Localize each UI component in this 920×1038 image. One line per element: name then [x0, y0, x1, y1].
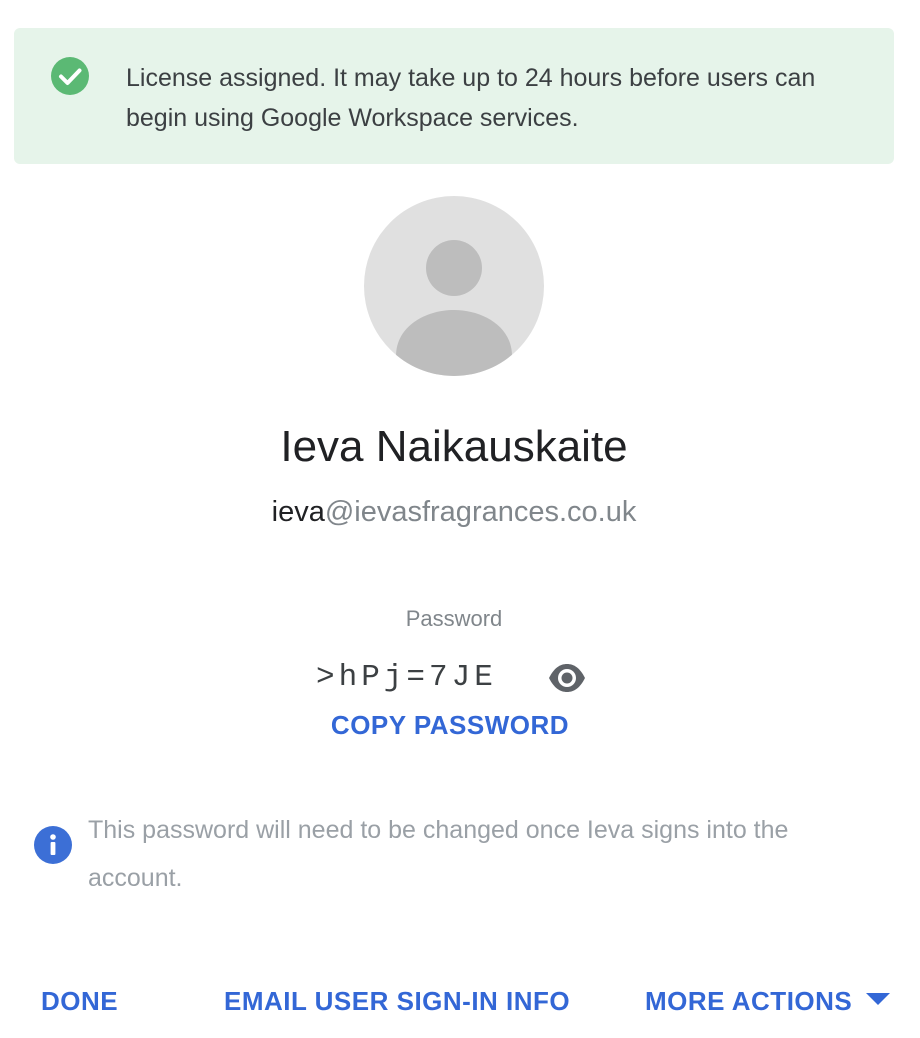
password-label: Password [405, 606, 503, 631]
default-person-avatar-icon [364, 196, 544, 376]
user-first-name: Ieva [280, 422, 364, 471]
user-email-local: ieva [271, 496, 325, 528]
user-full-name: Ieva Naikauskaite [0, 418, 908, 476]
user-last-name: Naikauskaite [375, 422, 628, 471]
more-actions-label: MORE ACTIONS [645, 986, 853, 1016]
eye-icon[interactable] [548, 660, 586, 696]
password-row: >hPj=7JE [316, 656, 596, 700]
password-change-notice: This password will need to be changed on… [88, 816, 789, 892]
email-sign-in-info-button[interactable]: EMAIL USER SIGN-IN INFO [224, 978, 570, 1024]
password-value: >hPj=7JE [316, 660, 497, 695]
user-email-domain: @ievasfragrances.co.uk [324, 496, 637, 528]
more-actions-button[interactable]: MORE ACTIONS [645, 978, 891, 1024]
banner-message: License assigned. It may take up to 24 h… [126, 64, 816, 132]
user-email: ieva@ievasfragrances.co.uk [0, 492, 908, 532]
info-icon [34, 826, 72, 864]
caret-down-icon [866, 993, 891, 1006]
check-circle-icon [51, 57, 89, 95]
copy-password-button[interactable]: COPY PASSWORD [300, 704, 600, 746]
done-button[interactable]: DONE [41, 978, 118, 1024]
